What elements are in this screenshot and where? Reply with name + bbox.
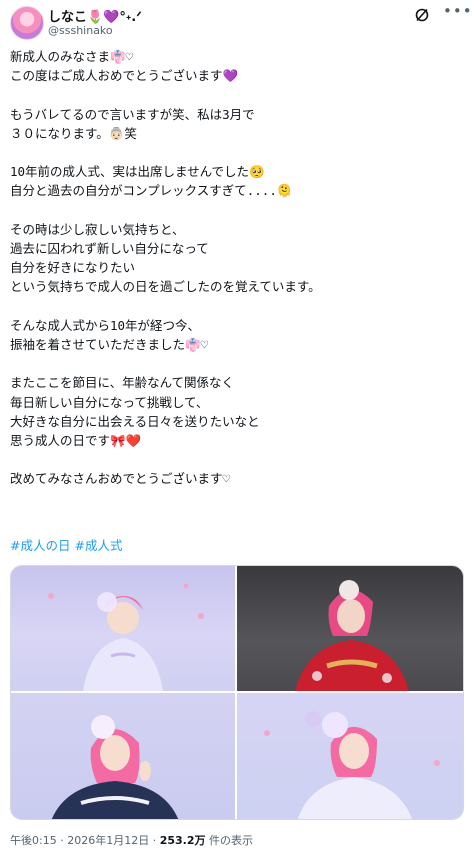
photo-2[interactable]: [237, 566, 463, 691]
post-text-line: 新成人のみなさま👘♡: [10, 49, 134, 64]
media-grid: [10, 565, 464, 820]
avatar[interactable]: [10, 6, 44, 40]
post-text-line: 改めてみなさんおめでとうございます♡: [10, 471, 231, 487]
post-text-line: もうバレてるので言いますが笑、私は3月で: [10, 106, 255, 122]
post-text-line: ３０になります。👵🏻笑: [10, 125, 137, 141]
post-text-line: そんな成人式から10年が経つ今、: [10, 317, 201, 333]
post-text-line: 思う成人の日です🎀❤️: [10, 433, 142, 449]
post-text-line: 毎日新しい自分になって挑戦して、: [10, 394, 209, 410]
grok-icon[interactable]: [414, 7, 430, 23]
post-text-line: またここを節目に、年齢なんて関係なく: [10, 375, 235, 391]
meta-separator: ·: [60, 834, 64, 847]
post-date[interactable]: 2026年1月12日: [67, 834, 149, 847]
post-text-line: 10年前の成人式、実は出席しませんでした🥺: [10, 164, 265, 180]
post-text-line: 自分を好きになりたい: [10, 260, 136, 276]
post-text-line: 過去に囚われず新しい自分になって: [10, 241, 209, 257]
post-text-line: という気持ちで成人の日を過ごしたのを覚えています。: [10, 279, 321, 295]
post-text: 新成人のみなさま👘♡ この度はご成人おめでとうございます💜 もうバレてるので言い…: [10, 47, 460, 489]
hashtag-row: #成人の日 #成人式: [10, 535, 122, 554]
post-header: しなこ🌷💜°˖.ᐟ @ssshinako •••: [0, 0, 474, 44]
photo-1[interactable]: [11, 566, 235, 691]
more-icon[interactable]: •••: [443, 2, 473, 20]
post-text-line: この度はご成人おめでとうございます💜: [10, 68, 239, 84]
view-count: 253.2万: [159, 834, 206, 847]
post-time[interactable]: 午後0:15: [10, 834, 57, 847]
photo-3[interactable]: [11, 693, 235, 819]
photo-4[interactable]: [237, 693, 463, 819]
hashtag-link[interactable]: #成人の日: [10, 538, 70, 553]
post-text-line: 振袖を着させていただきました👘♡: [10, 337, 209, 353]
view-label: 件の表示: [209, 834, 253, 847]
post-text-line: 大好きな自分に出会える日々を送りたいなと: [10, 413, 260, 429]
post-meta: 午後0:15 · 2026年1月12日 · 253.2万 件の表示: [10, 832, 253, 848]
hashtag-link[interactable]: #成人式: [74, 538, 122, 553]
post-text-line: その時は少し寂しい気持ちと、: [10, 221, 185, 237]
user-handle[interactable]: @ssshinako: [48, 24, 113, 37]
display-name[interactable]: しなこ🌷💜°˖.ᐟ: [48, 6, 142, 25]
meta-separator: ·: [152, 834, 157, 847]
post-text-line: 自分と過去の自分がコンプレックスすぎて....🫠: [10, 183, 293, 199]
